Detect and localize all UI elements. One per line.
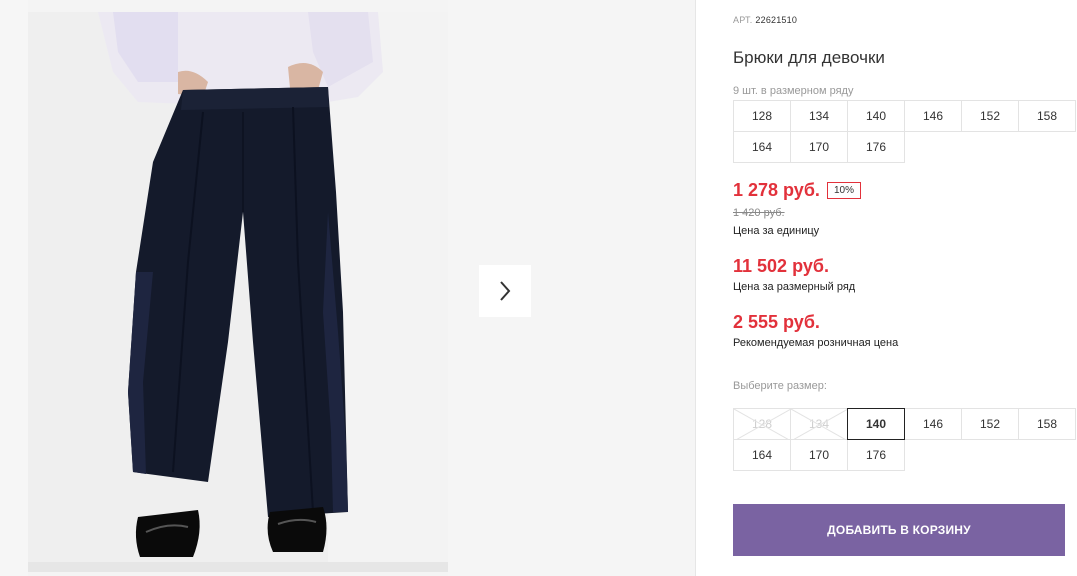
size-selector: 128 134 140 146 152 158 164 170 176 — [733, 408, 1076, 471]
row-price-caption: Цена за размерный ряд — [733, 281, 856, 293]
product-gallery — [0, 0, 696, 576]
unavailable-cross-icon — [791, 409, 847, 439]
chevron-right-icon — [500, 281, 511, 301]
size-row-item: 146 — [904, 100, 962, 132]
size-option-140[interactable]: 140 — [847, 408, 905, 440]
rrp-price: 2 555 руб. — [733, 312, 820, 332]
product-photo[interactable] — [28, 12, 448, 572]
size-row-item: 158 — [1018, 100, 1076, 132]
size-option-152[interactable]: 152 — [961, 408, 1019, 440]
size-row-item: 128 — [733, 100, 791, 132]
size-row-item: 170 — [790, 131, 848, 163]
size-row-item: 164 — [733, 131, 791, 163]
size-option-176[interactable]: 176 — [847, 439, 905, 471]
discount-badge: 10% — [827, 182, 862, 199]
size-row-item: 152 — [961, 100, 1019, 132]
size-option-128: 128 — [733, 408, 791, 440]
size-row-item: 176 — [847, 131, 905, 163]
old-price: 1 420 руб. — [733, 207, 785, 219]
add-to-cart-button[interactable]: ДОБАВИТЬ В КОРЗИНУ — [733, 504, 1065, 556]
size-row-grid: 128 134 140 146 152 158 164 170 176 — [733, 100, 1076, 163]
size-option-134: 134 — [790, 408, 848, 440]
product-info-panel: АРТ. 22621510 Брюки для девочки 9 шт. в р… — [733, 0, 1076, 576]
panel-divider — [695, 0, 696, 576]
unavailable-cross-icon — [734, 409, 790, 439]
row-price: 11 502 руб. — [733, 256, 829, 276]
gallery-left-strip — [0, 0, 28, 576]
size-option-164[interactable]: 164 — [733, 439, 791, 471]
sku-value: 22621510 — [755, 15, 798, 25]
next-image-button[interactable] — [479, 265, 531, 317]
size-row-item: 134 — [790, 100, 848, 132]
sku: АРТ. 22621510 — [733, 15, 797, 25]
size-option-158[interactable]: 158 — [1018, 408, 1076, 440]
choose-size-label: Выберите размер: — [733, 380, 827, 392]
size-option-170[interactable]: 170 — [790, 439, 848, 471]
size-row-item: 140 — [847, 100, 905, 132]
unit-price: 1 278 руб. — [733, 180, 820, 200]
size-row-note: 9 шт. в размерном ряду — [733, 85, 854, 97]
sku-label: АРТ. — [733, 15, 753, 25]
product-title: Брюки для девочки — [733, 48, 885, 67]
rrp-price-caption: Рекомендуемая розничная цена — [733, 337, 899, 349]
unit-price-caption: Цена за единицу — [733, 225, 820, 237]
size-option-146[interactable]: 146 — [904, 408, 962, 440]
pants-illustration — [28, 12, 448, 572]
